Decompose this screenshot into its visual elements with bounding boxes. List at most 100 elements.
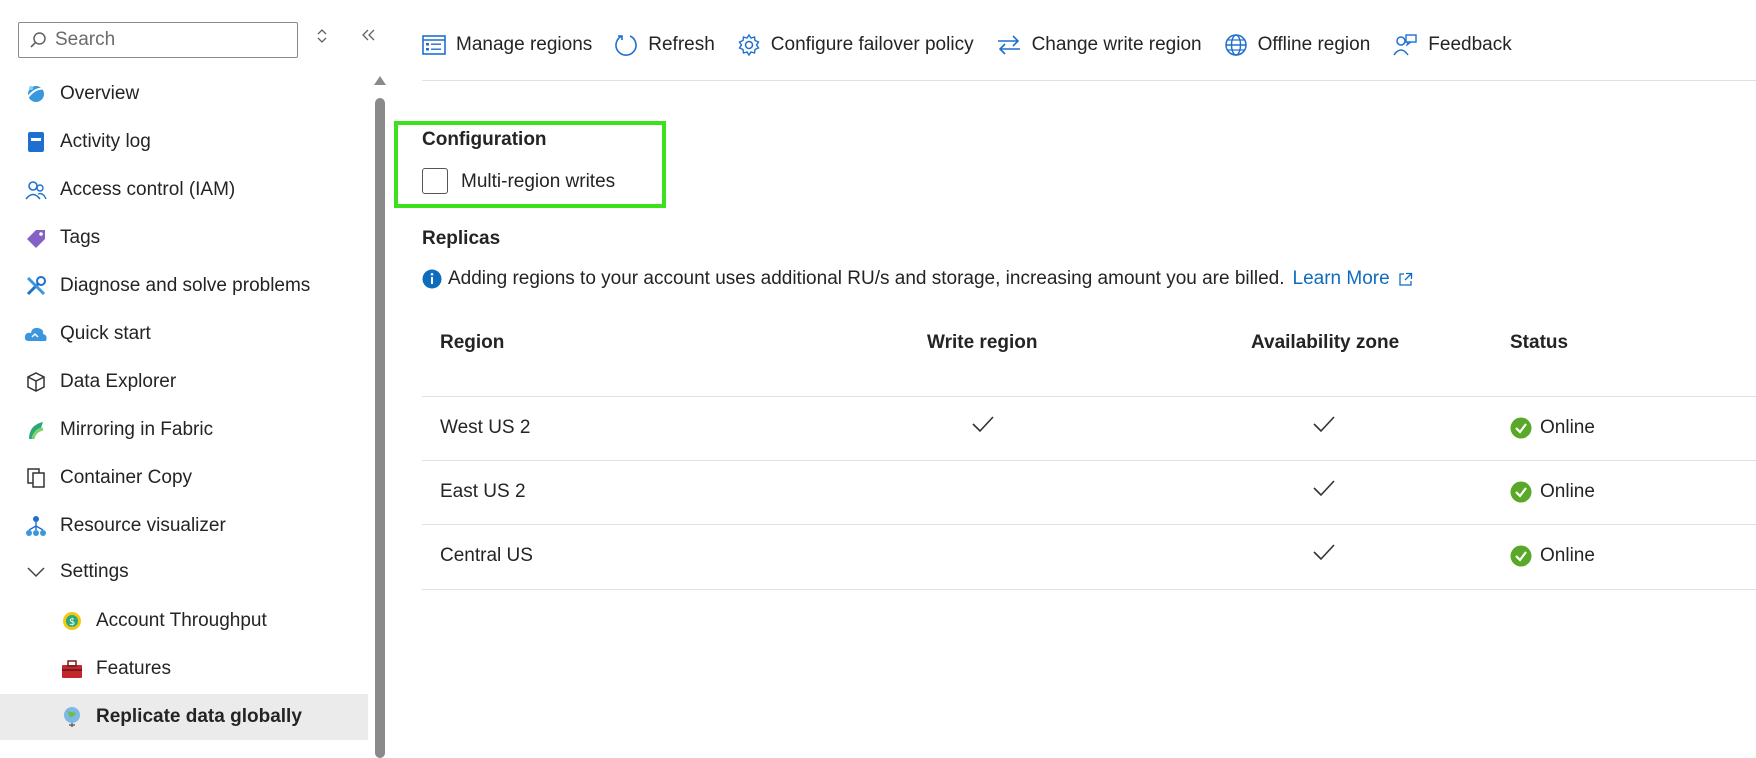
sidebar-item-overview[interactable]: Overview <box>0 71 368 117</box>
column-header-write-region[interactable]: Write region <box>927 332 1038 354</box>
checkmark-icon <box>1313 480 1335 497</box>
change-write-region-button[interactable]: Change write region <box>996 30 1202 60</box>
search-box[interactable] <box>18 22 298 58</box>
swap-arrows-icon <box>997 35 1020 55</box>
region-cell: East US 2 <box>440 481 526 502</box>
gear-icon <box>738 33 760 57</box>
manage-regions-button[interactable]: Manage regions <box>422 30 592 60</box>
status-text: Online <box>1540 545 1595 566</box>
tag-icon <box>24 226 48 250</box>
sidebar-item-account-throughput[interactable]: $ Account Throughput <box>0 598 368 644</box>
success-check-icon <box>1510 417 1532 439</box>
sidebar-item-label: Container Copy <box>60 467 193 488</box>
fabric-icon <box>24 418 48 442</box>
cube-icon <box>24 370 48 394</box>
manage-regions-label: Manage regions <box>456 34 593 55</box>
sort-updown-icon[interactable] <box>316 28 328 49</box>
wrench-icon <box>24 274 48 298</box>
sidebar-item-label: Overview <box>60 83 140 104</box>
checkmark-icon <box>1313 416 1335 433</box>
region-cell: Central US <box>440 545 533 566</box>
scroll-up-arrow-icon[interactable] <box>374 76 386 85</box>
sidebar-item-label: Access control (IAM) <box>60 179 236 200</box>
globe-icon <box>60 705 84 729</box>
status-cell: Online <box>1510 481 1595 503</box>
column-header-availability-zone[interactable]: Availability zone <box>1251 332 1399 354</box>
multi-region-writes-checkbox[interactable] <box>422 168 448 194</box>
info-icon <box>422 269 442 289</box>
svg-text:$: $ <box>69 617 75 628</box>
billing-info-message: Adding regions to your account uses addi… <box>422 268 1413 290</box>
status-cell: Online <box>1510 417 1595 439</box>
sidebar-item-replicate-data-globally[interactable]: Replicate data globally <box>0 694 368 740</box>
learn-more-link[interactable]: Learn More <box>1293 268 1413 290</box>
command-bar: Manage regions Refresh Configure failove… <box>422 30 1756 81</box>
sidebar-item-quick-start[interactable]: Quick start <box>0 311 368 357</box>
sidebar-item-features[interactable]: Features <box>0 646 368 692</box>
status-text: Online <box>1540 481 1595 502</box>
throughput-icon: $ <box>60 609 84 633</box>
sidebar-item-label: Account Throughput <box>96 610 267 631</box>
table-row[interactable]: Central US Online <box>422 524 1756 589</box>
column-header-region[interactable]: Region <box>440 332 504 354</box>
success-check-icon <box>1510 545 1532 567</box>
sidebar-item-container-copy[interactable]: Container Copy <box>0 455 368 501</box>
copy-icon <box>24 466 48 490</box>
collapse-sidebar-icon[interactable] <box>360 28 376 47</box>
sidebar-item-data-explorer[interactable]: Data Explorer <box>0 359 368 405</box>
refresh-button[interactable]: Refresh <box>614 30 715 60</box>
sidebar-item-diagnose[interactable]: Diagnose and solve problems <box>0 263 368 309</box>
refresh-label: Refresh <box>648 34 715 55</box>
sidebar-scrollbar[interactable] <box>374 72 386 758</box>
success-check-icon <box>1510 481 1532 503</box>
search-icon <box>30 32 46 48</box>
feedback-button[interactable]: Feedback <box>1392 30 1512 60</box>
sidebar-item-settings[interactable]: Settings <box>0 549 368 595</box>
table-row[interactable]: West US 2 Online <box>422 396 1756 461</box>
search-input[interactable] <box>53 28 277 52</box>
list-icon <box>422 35 446 55</box>
sidebar: Overview Activity log Access control (IA… <box>0 0 375 753</box>
scrollbar-thumb[interactable] <box>375 98 385 758</box>
replicas-heading: Replicas <box>422 228 501 249</box>
sidebar-item-access-control[interactable]: Access control (IAM) <box>0 167 368 213</box>
people-icon <box>24 178 48 202</box>
change-write-region-label: Change write region <box>1031 34 1202 55</box>
sidebar-item-label: Resource visualizer <box>60 515 226 536</box>
offline-region-label: Offline region <box>1257 34 1371 55</box>
multi-region-writes-label[interactable]: Multi-region writes <box>461 171 615 193</box>
globe-outline-icon <box>1224 34 1247 56</box>
column-header-status[interactable]: Status <box>1510 332 1568 354</box>
checkmark-icon <box>1313 544 1335 561</box>
configure-failover-button[interactable]: Configure failover policy <box>737 30 974 60</box>
feedback-person-icon <box>1393 34 1417 56</box>
table-row[interactable]: East US 2 Online <box>422 460 1756 525</box>
external-link-icon <box>1399 272 1412 286</box>
activity-log-icon <box>24 130 48 154</box>
sidebar-item-activity-log[interactable]: Activity log <box>0 119 368 165</box>
configure-failover-label: Configure failover policy <box>770 34 974 55</box>
offline-region-button[interactable]: Offline region <box>1224 30 1371 60</box>
hierarchy-icon <box>24 514 48 538</box>
feedback-label: Feedback <box>1428 34 1512 55</box>
overview-icon <box>24 82 48 106</box>
region-cell: West US 2 <box>440 417 531 438</box>
refresh-icon <box>615 35 637 56</box>
cloud-icon <box>24 322 48 346</box>
toolbox-icon <box>60 657 84 681</box>
sidebar-item-label: Diagnose and solve problems <box>60 275 311 296</box>
sidebar-item-mirroring[interactable]: Mirroring in Fabric <box>0 407 368 453</box>
chevron-down-icon <box>24 560 48 584</box>
sidebar-item-resource-visualizer[interactable]: Resource visualizer <box>0 503 368 549</box>
sidebar-item-label: Settings <box>60 561 129 582</box>
sidebar-item-label: Mirroring in Fabric <box>60 419 214 440</box>
sidebar-item-label: Quick start <box>60 323 151 344</box>
checkmark-icon <box>972 416 994 433</box>
learn-more-label: Learn More <box>1292 268 1390 289</box>
status-cell: Online <box>1510 545 1595 567</box>
configuration-heading: Configuration <box>422 129 547 150</box>
sidebar-item-tags[interactable]: Tags <box>0 215 368 261</box>
table-bottom-border <box>422 589 1756 590</box>
sidebar-item-label: Tags <box>60 227 101 248</box>
status-text: Online <box>1540 417 1595 438</box>
